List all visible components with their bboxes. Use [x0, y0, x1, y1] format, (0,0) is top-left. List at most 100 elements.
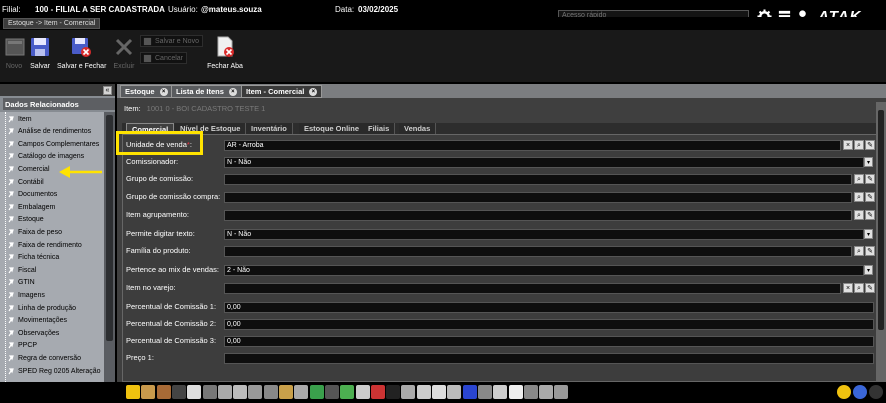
- percentual-1-field[interactable]: 0,00: [224, 302, 874, 313]
- close-tab-estoque-icon[interactable]: ×: [159, 87, 168, 96]
- truck-icon[interactable]: [370, 385, 385, 399]
- percentual-3-field[interactable]: 0,00: [224, 336, 874, 347]
- related-item-documentos[interactable]: Documentos: [8, 189, 57, 201]
- power-icon[interactable]: [869, 385, 883, 399]
- related-item-regra-de-conversao[interactable]: Regra de conversão: [8, 352, 81, 364]
- related-item-faixa-de-rendimento[interactable]: Faixa de rendimento: [8, 239, 82, 251]
- grid-icon[interactable]: [202, 385, 217, 399]
- related-item-ficha-tecnica[interactable]: Ficha técnica: [8, 252, 59, 264]
- salvar-novo-button[interactable]: Salvar e Novo: [140, 35, 203, 47]
- headset-icon[interactable]: [539, 385, 554, 399]
- cancelar-button[interactable]: Cancelar: [140, 52, 188, 64]
- tab-item-comercial[interactable]: Item - Comercial ×: [241, 85, 323, 98]
- percentual-2-field[interactable]: 0,00: [224, 319, 874, 330]
- grupo-comissao-compra-edit-icon[interactable]: ✎: [865, 192, 875, 202]
- user-gear-icon[interactable]: [554, 385, 569, 399]
- grupo-comissao-compra-field[interactable]: [224, 192, 852, 203]
- left-panel-scroll-thumb[interactable]: [106, 115, 113, 341]
- phone-icon[interactable]: [386, 385, 401, 399]
- fechar-aba-button[interactable]: Fechar Aba: [205, 36, 245, 70]
- shield-icon[interactable]: [477, 385, 492, 399]
- network-icon[interactable]: [523, 385, 538, 399]
- clipboard-icon[interactable]: [447, 385, 462, 399]
- related-item-observacoes[interactable]: Observações: [8, 327, 59, 339]
- settings-icon[interactable]: [401, 385, 416, 399]
- related-item-linha-de-producao[interactable]: Linha de produção: [8, 302, 76, 314]
- comissionador-select[interactable]: N - Não: [224, 157, 864, 168]
- preco-1-field[interactable]: [224, 353, 874, 364]
- excluir-button[interactable]: Excluir: [113, 36, 135, 70]
- tab-lista-itens[interactable]: Lista de Itens ×: [171, 85, 242, 98]
- related-item-movimentacoes[interactable]: Movimentações: [8, 315, 67, 327]
- related-item-item[interactable]: Item: [8, 113, 32, 125]
- close-tab-lista-itens-icon[interactable]: ×: [228, 87, 237, 96]
- unidade-venda-field[interactable]: AR - Arroba: [224, 140, 841, 151]
- dollar-icon[interactable]: [340, 385, 355, 399]
- content-scrollbar[interactable]: [876, 102, 886, 382]
- help-icon[interactable]: [853, 385, 867, 399]
- subtab-filiais[interactable]: Filiais: [363, 123, 396, 134]
- folder-icon[interactable]: [248, 385, 263, 399]
- printer-icon[interactable]: [355, 385, 370, 399]
- related-item-analise-de-rendimentos[interactable]: Análise de rendimentos: [8, 126, 91, 138]
- unidade-venda-search-icon[interactable]: ⌕: [854, 140, 864, 150]
- collapse-panel-button[interactable]: «: [103, 86, 112, 95]
- grupo-comissao-compra-search-icon[interactable]: ⌕: [854, 192, 864, 202]
- familia-produto-field[interactable]: [224, 246, 852, 257]
- grupo-comissao-field[interactable]: [224, 174, 852, 185]
- grupo-comissao-edit-icon[interactable]: ✎: [865, 174, 875, 184]
- stamp-icon[interactable]: [432, 385, 446, 399]
- box-icon[interactable]: [156, 385, 171, 399]
- salvar-fechar-button[interactable]: Salvar e Fechar: [57, 36, 106, 70]
- item-varejo-clear-icon[interactable]: ×: [843, 283, 853, 293]
- favorites-star-icon[interactable]: [126, 385, 140, 399]
- novo-button[interactable]: Novo: [4, 36, 25, 70]
- globe-icon[interactable]: [309, 385, 324, 399]
- familia-produto-search-icon[interactable]: ⌕: [854, 246, 864, 256]
- subtab-vendas[interactable]: Vendas: [399, 123, 437, 134]
- item-varejo-edit-icon[interactable]: ✎: [865, 283, 875, 293]
- unidade-venda-edit-icon[interactable]: ✎: [865, 140, 875, 150]
- star-icon[interactable]: [837, 385, 851, 399]
- item-agrupamento-field[interactable]: [224, 210, 852, 221]
- pertence-mix-dropdown-icon[interactable]: ▾: [864, 265, 873, 275]
- close-tab-item-comercial-icon[interactable]: ×: [309, 87, 318, 96]
- money-icon[interactable]: [279, 385, 293, 399]
- related-item-sped-reg-0205-alteracao[interactable]: SPED Reg 0205 Alteração: [8, 365, 101, 377]
- people-icon[interactable]: [141, 385, 156, 399]
- calculator-icon[interactable]: [416, 385, 431, 399]
- content-scroll-thumb[interactable]: [878, 110, 884, 330]
- chart-icon[interactable]: [263, 385, 278, 399]
- familia-produto-edit-icon[interactable]: ✎: [865, 246, 875, 256]
- tab-estoque[interactable]: Estoque ×: [120, 85, 173, 98]
- related-item-campos-complementares[interactable]: Campos Complementares: [8, 138, 99, 150]
- related-item-gtin[interactable]: GTIN: [8, 277, 35, 289]
- unidade-venda-clear-icon[interactable]: ×: [843, 140, 853, 150]
- left-panel-scrollbar[interactable]: [104, 112, 115, 382]
- item-agrupamento-search-icon[interactable]: ⌕: [854, 210, 864, 220]
- related-item-fiscal[interactable]: Fiscal: [8, 264, 36, 276]
- report-icon[interactable]: [324, 385, 339, 399]
- calendar-icon[interactable]: [171, 385, 186, 399]
- related-item-ppcp[interactable]: PPCP: [8, 340, 37, 352]
- related-item-faixa-de-peso[interactable]: Faixa de peso: [8, 226, 62, 238]
- related-item-catalogo-de-imagens[interactable]: Catálogo de imagens: [8, 151, 84, 163]
- related-item-imagens[interactable]: Imagens: [8, 289, 45, 301]
- related-item-embalagem[interactable]: Embalagem: [8, 201, 55, 213]
- subtab-estoque-online[interactable]: Estoque Online: [299, 123, 366, 134]
- doc-icon[interactable]: [508, 385, 523, 399]
- comissionador-dropdown-icon[interactable]: ▾: [864, 157, 873, 167]
- permite-digitar-dropdown-icon[interactable]: ▾: [864, 229, 873, 239]
- salvar-button[interactable]: Salvar: [29, 36, 51, 70]
- tag-icon[interactable]: [233, 385, 248, 399]
- upload-icon[interactable]: [217, 385, 232, 399]
- item-varejo-search-icon[interactable]: ⌕: [854, 283, 864, 293]
- related-item-comercial[interactable]: Comercial: [8, 163, 50, 175]
- permite-digitar-select[interactable]: N - Não: [224, 229, 864, 240]
- item-varejo-field[interactable]: [224, 283, 841, 294]
- refresh-icon[interactable]: [493, 385, 508, 399]
- related-item-contabil[interactable]: Contábil: [8, 176, 44, 188]
- blue-box-icon[interactable]: [462, 385, 477, 399]
- document-icon[interactable]: [187, 385, 202, 399]
- grupo-comissao-search-icon[interactable]: ⌕: [854, 174, 864, 184]
